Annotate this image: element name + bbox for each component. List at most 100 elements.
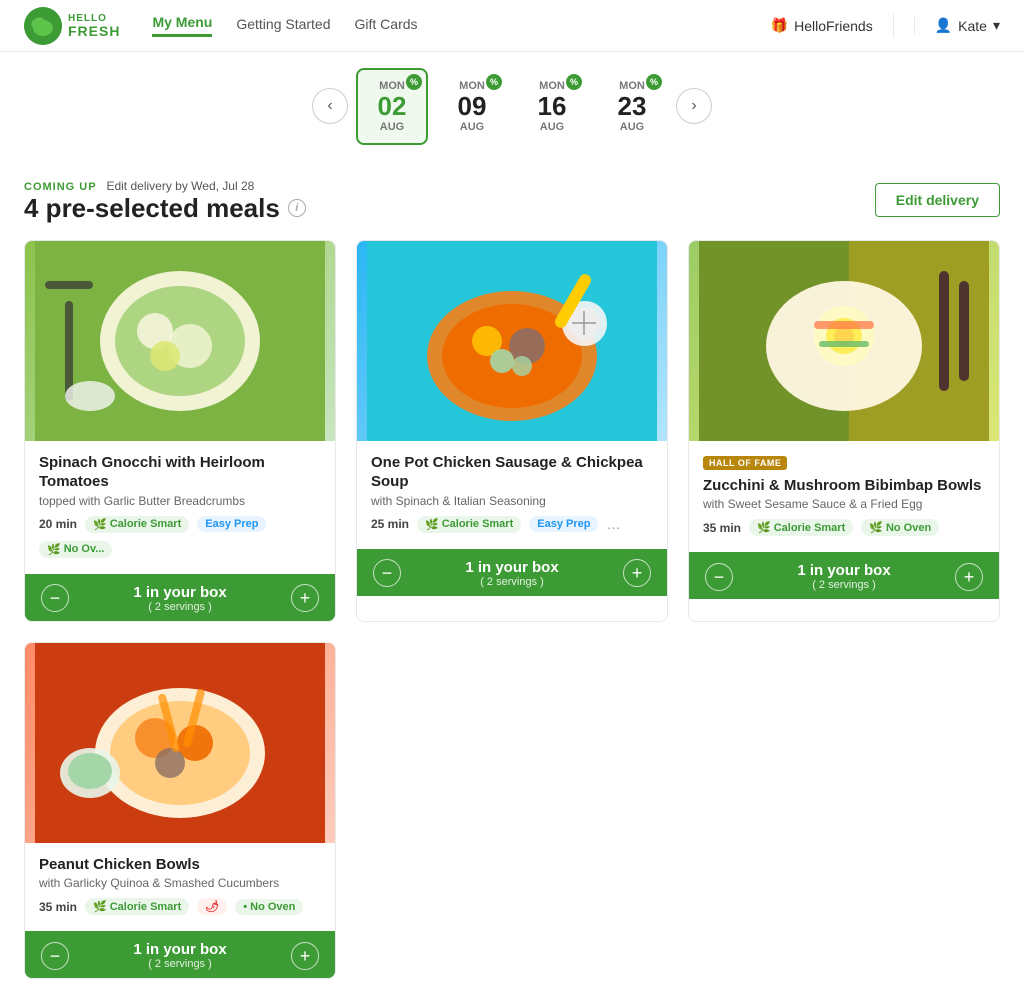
nav-gift-cards[interactable]: Gift Cards xyxy=(355,16,418,36)
box-count-3: 1 in your box xyxy=(797,562,890,579)
leaf-icon: 🌿 xyxy=(93,518,107,531)
coming-up-label: COMING UP xyxy=(24,181,97,193)
spicy-tag-4: 🌶 xyxy=(197,898,227,915)
meal-time-1: 20 min xyxy=(39,517,77,531)
easy-prep-tag-2: Easy Prep xyxy=(529,516,598,532)
meal-subtitle-2: with Spinach & Italian Seasoning xyxy=(371,494,653,508)
more-tags-2[interactable]: … xyxy=(606,516,620,532)
percent-badge-2: % xyxy=(486,74,502,90)
leaf-icon-2: 🌿 xyxy=(47,543,61,556)
meal-time-3: 35 min xyxy=(703,521,741,535)
no-oven-tag-3: 🌿 No Oven xyxy=(861,519,939,536)
meal-info-2: One Pot Chicken Sausage & Chickpea Soup … xyxy=(357,441,667,549)
calorie-smart-tag-3: 🌿 Calorie Smart xyxy=(749,519,853,536)
nav-getting-started[interactable]: Getting Started xyxy=(236,16,330,36)
meal-card-4[interactable]: Peanut Chicken Bowls with Garlicky Quino… xyxy=(24,642,336,980)
date-item-1[interactable]: % MON 02 AUG xyxy=(356,68,428,145)
no-oven-tag-4: • No Oven xyxy=(235,899,303,915)
box-servings-1: ( 2 servings ) xyxy=(133,601,226,613)
nav-right: 🎁 HelloFriends 👤 Kate ▾ xyxy=(771,14,1000,38)
box-servings-2: ( 2 servings ) xyxy=(465,576,558,588)
date-item-3[interactable]: % MON 16 AUG xyxy=(516,68,588,145)
meal-card-1[interactable]: Spinach Gnocchi with Heirloom Tomatoes t… xyxy=(24,240,336,622)
meals-grid: Spinach Gnocchi with Heirloom Tomatoes t… xyxy=(24,240,1000,980)
logo[interactable]: HELLO FRESH xyxy=(24,7,120,45)
add-to-box-1: − 1 in your box ( 2 servings ) + xyxy=(25,574,335,621)
meal-time-2: 25 min xyxy=(371,517,409,531)
meals-count: 4 pre-selected meals i xyxy=(24,193,306,224)
percent-badge-1: % xyxy=(406,74,422,90)
meal-meta-4: 35 min 🌿 Calorie Smart 🌶 • No Oven xyxy=(39,898,321,915)
nav-links: My Menu Getting Started Gift Cards xyxy=(152,14,417,37)
decrease-button-1[interactable]: − xyxy=(41,584,69,612)
meal-meta-1: 20 min 🌿 Calorie Smart Easy Prep 🌿 No Ov… xyxy=(39,516,321,558)
leaf-icon-3: 🌿 xyxy=(425,518,439,531)
meal-card-2[interactable]: One Pot Chicken Sausage & Chickpea Soup … xyxy=(356,240,668,622)
meal-title-2: One Pot Chicken Sausage & Chickpea Soup xyxy=(371,453,653,492)
nav-divider xyxy=(893,14,894,38)
leaf-icon-6: 🌿 xyxy=(93,900,107,913)
increase-button-1[interactable]: + xyxy=(291,584,319,612)
user-icon: 👤 xyxy=(935,17,952,34)
add-to-box-4: − 1 in your box ( 2 servings ) + xyxy=(25,931,335,978)
meal-title-4: Peanut Chicken Bowls xyxy=(39,855,321,875)
chevron-down-icon: ▾ xyxy=(993,17,1000,34)
leaf-icon-5: 🌿 xyxy=(869,521,883,534)
add-to-box-3: − 1 in your box ( 2 servings ) + xyxy=(689,552,999,599)
decrease-button-4[interactable]: − xyxy=(41,942,69,970)
meal-subtitle-1: topped with Garlic Butter Breadcrumbs xyxy=(39,494,321,508)
next-date-button[interactable]: › xyxy=(676,88,712,124)
leaf-icon-4: 🌿 xyxy=(757,521,771,534)
user-menu[interactable]: 👤 Kate ▾ xyxy=(914,17,1000,34)
info-icon[interactable]: i xyxy=(288,199,306,217)
increase-button-2[interactable]: + xyxy=(623,559,651,587)
box-count-4: 1 in your box xyxy=(133,941,226,958)
easy-prep-tag-1: Easy Prep xyxy=(197,516,266,532)
calorie-smart-tag-4: 🌿 Calorie Smart xyxy=(85,898,189,915)
main-content: COMING UP Edit delivery by Wed, Jul 28 4… xyxy=(0,177,1024,1003)
box-servings-4: ( 2 servings ) xyxy=(133,958,226,970)
prev-date-button[interactable]: ‹ xyxy=(312,88,348,124)
meal-meta-2: 25 min 🌿 Calorie Smart Easy Prep … xyxy=(371,516,653,533)
meal-image-1 xyxy=(25,241,335,441)
date-selector: ‹ % MON 02 AUG % MON 09 AUG % MON 16 AUG… xyxy=(0,52,1024,161)
meal-title-3: Zucchini & Mushroom Bibimbap Bowls xyxy=(703,476,985,496)
gift-icon: 🎁 xyxy=(771,17,788,34)
decrease-button-3[interactable]: − xyxy=(705,563,733,591)
box-count-2: 1 in your box xyxy=(465,559,558,576)
edit-delivery-button[interactable]: Edit delivery xyxy=(875,183,1000,217)
meal-meta-3: 35 min 🌿 Calorie Smart 🌿 No Oven xyxy=(703,519,985,536)
calorie-smart-tag-1: 🌿 Calorie Smart xyxy=(85,516,189,533)
add-to-box-2: − 1 in your box ( 2 servings ) + xyxy=(357,549,667,596)
meal-image-3 xyxy=(689,241,999,441)
meal-info-3: HALL OF FAME Zucchini & Mushroom Bibimba… xyxy=(689,441,999,553)
no-oven-tag-1: 🌿 No Ov... xyxy=(39,541,112,558)
percent-badge-4: % xyxy=(646,74,662,90)
percent-badge-3: % xyxy=(566,74,582,90)
increase-button-3[interactable]: + xyxy=(955,563,983,591)
increase-button-4[interactable]: + xyxy=(291,942,319,970)
meal-subtitle-4: with Garlicky Quinoa & Smashed Cucumbers xyxy=(39,876,321,890)
calorie-smart-tag-2: 🌿 Calorie Smart xyxy=(417,516,521,533)
box-count-1: 1 in your box xyxy=(133,584,226,601)
date-item-4[interactable]: % MON 23 AUG xyxy=(596,68,668,145)
navigation: HELLO FRESH My Menu Getting Started Gift… xyxy=(0,0,1024,52)
meal-time-4: 35 min xyxy=(39,900,77,914)
coming-up-bar: COMING UP Edit delivery by Wed, Jul 28 4… xyxy=(24,177,1000,224)
nav-my-menu[interactable]: My Menu xyxy=(152,14,212,37)
edit-delivery-hint: Edit delivery by Wed, Jul 28 xyxy=(106,179,254,193)
meal-info-4: Peanut Chicken Bowls with Garlicky Quino… xyxy=(25,843,335,932)
meal-image-2 xyxy=(357,241,667,441)
date-item-2[interactable]: % MON 09 AUG xyxy=(436,68,508,145)
decrease-button-2[interactable]: − xyxy=(373,559,401,587)
hall-of-fame-badge: HALL OF FAME xyxy=(703,456,787,470)
meal-subtitle-3: with Sweet Sesame Sauce & a Fried Egg xyxy=(703,497,985,511)
meal-info-1: Spinach Gnocchi with Heirloom Tomatoes t… xyxy=(25,441,335,574)
meal-image-4 xyxy=(25,643,335,843)
box-servings-3: ( 2 servings ) xyxy=(797,579,890,591)
meal-card-3[interactable]: HALL OF FAME Zucchini & Mushroom Bibimba… xyxy=(688,240,1000,622)
hello-friends-button[interactable]: 🎁 HelloFriends xyxy=(771,17,873,34)
coming-up-info: COMING UP Edit delivery by Wed, Jul 28 4… xyxy=(24,177,306,224)
meal-title-1: Spinach Gnocchi with Heirloom Tomatoes xyxy=(39,453,321,492)
logo-text: HELLO FRESH xyxy=(68,14,120,38)
